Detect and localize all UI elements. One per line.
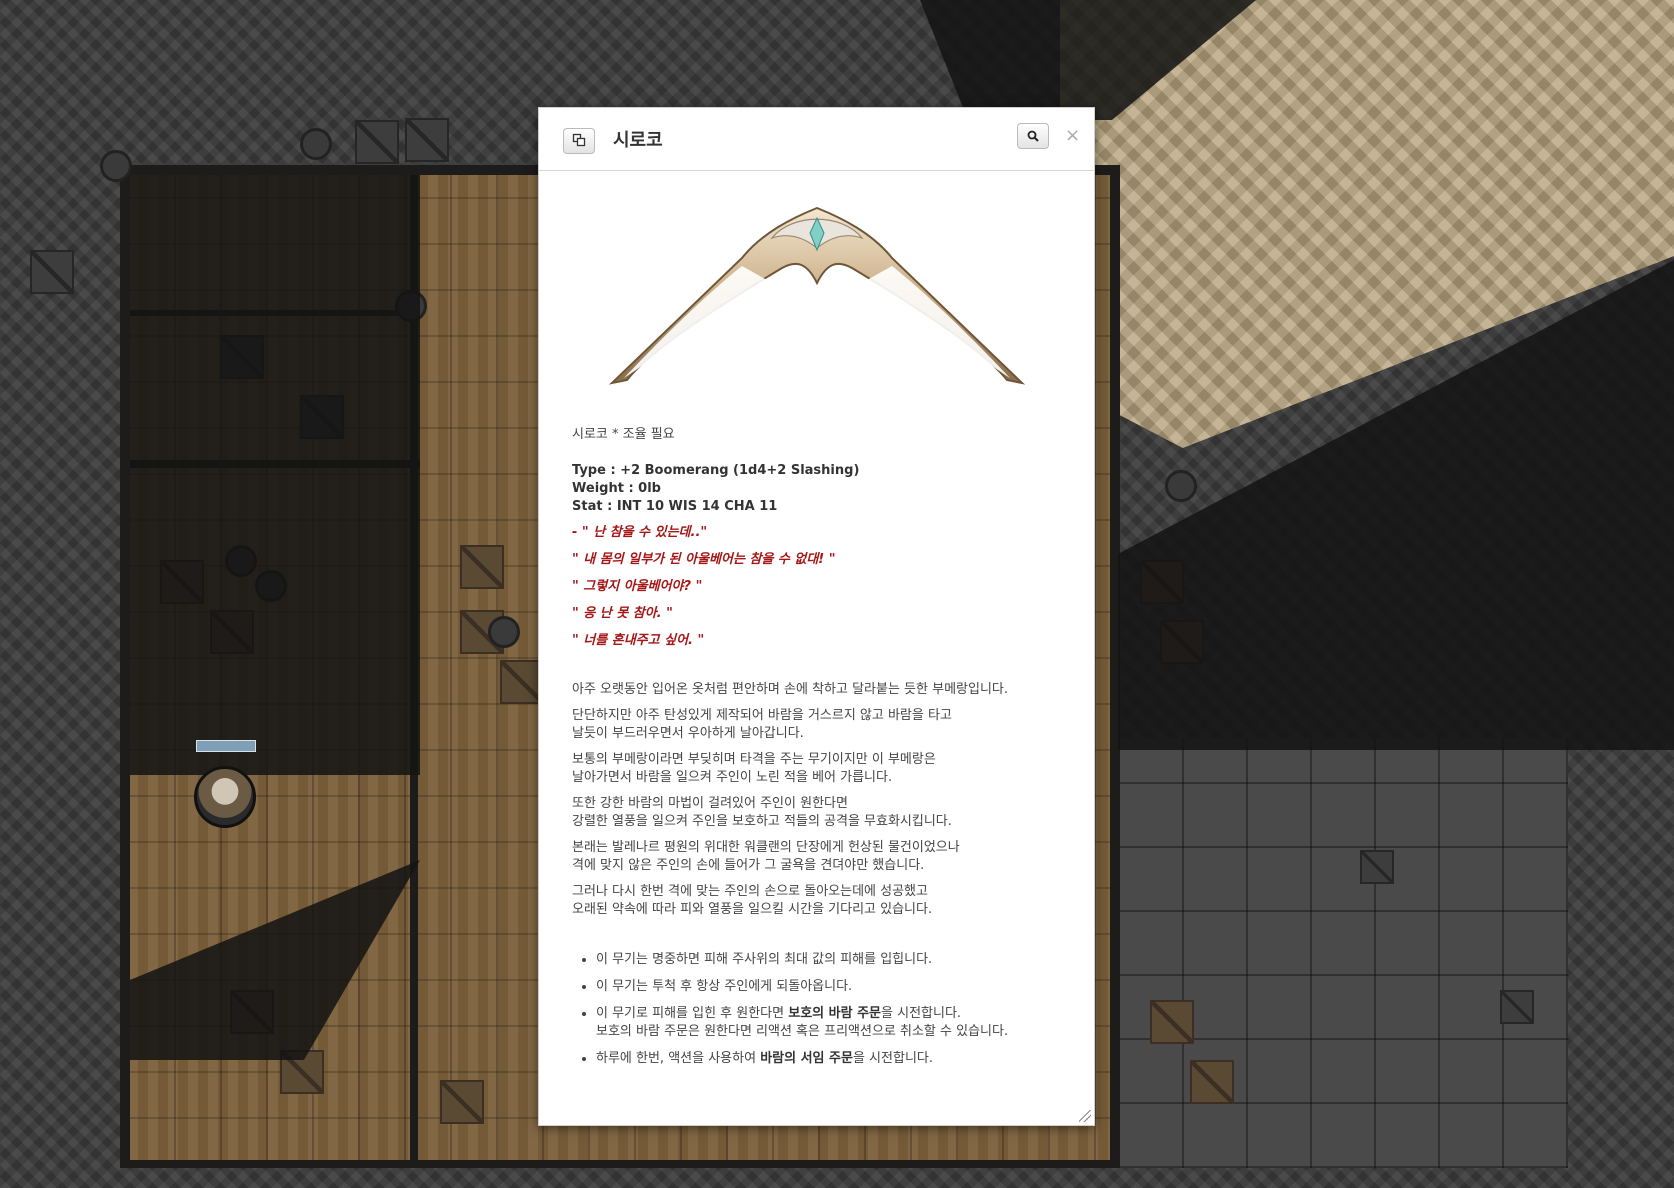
description-line: 보통의 부메랑이라면 부딪히며 타격을 주는 무기이지만 이 부메랑은 [572,752,936,767]
item-quote: " 내 몸의 일부가 된 아울베어는 참을 수 없대! " [572,552,836,567]
magnifier-icon [1027,127,1039,146]
feature-text: 을 시전합니다. [852,1051,933,1066]
map-stone-room [1118,738,1568,1168]
description-line: 단단하지만 아주 탄성있게 제작되어 바람을 거스르지 않고 바람을 타고 [572,708,952,723]
map-crate [440,1080,484,1124]
description-line: 그러나 다시 한번 격에 맞는 주인의 손으로 돌아오는데에 성공했고 [572,884,928,899]
map-barrel [300,128,332,160]
item-quote: " 그렇지 아울베어야? " [572,579,703,594]
dialog-body: 시로코 * 조율 필요 Type : +2 Boomerang (1d4+2 S… [572,188,1072,1077]
feature-text: 이 무기는 투척 후 항상 주인에게 되돌아옵니다. [596,979,853,994]
map-crate [1500,990,1534,1024]
description-line: 강렬한 열풍을 일으켜 주인을 보호하고 적들의 공격을 무효화시킵니다. [572,814,952,829]
map-barrel [1165,470,1197,502]
feature-item: 이 무기는 명중하면 피해 주사위의 최대 값의 피해를 입힙니다. [596,951,1072,969]
feature-item: 하루에 한번, 액션을 사용하여 바람의 서임 주문을 시전합니다. [596,1050,1072,1068]
description-line: 격에 맞지 않은 주인의 손에 들어가 그 굴욕을 견뎌야만 했습니다. [572,858,925,873]
description-line: 또한 강한 바람의 마법이 걸려있어 주인이 원한다면 [572,796,848,811]
item-description: 아주 오랫동안 입어온 옷처럼 편안하며 손에 착하고 달라붙는 듯한 부메랑입… [572,681,1072,919]
description-line: 날듯이 부드러우면서 우아하게 날아갑니다. [572,726,804,741]
item-weight-line: Weight : 0lb [572,481,661,496]
item-stat-line: Stat : INT 10 WIS 14 CHA 11 [572,499,778,514]
map-crate [1150,1000,1194,1044]
item-name-line: 시로코 * 조율 필요 [572,427,675,442]
feature-text: 하루에 한번, 액션을 사용하여 [596,1051,761,1066]
description-paragraph: 보통의 부메랑이라면 부딪히며 타격을 주는 무기이지만 이 부메랑은 날아가면… [572,751,1072,787]
item-type-line: Type : +2 Boomerang (1d4+2 Slashing) [572,463,860,478]
boomerang-image [608,206,1026,385]
map-crate [1360,850,1394,884]
zoom-button[interactable] [1017,123,1049,149]
resize-handle[interactable] [1079,1110,1091,1122]
item-quote: " 응 난 못 참아. " [572,606,673,621]
description-paragraph: 또한 강한 바람의 마법이 걸려있어 주인이 원한다면 강렬한 열풍을 일으켜 … [572,795,1072,831]
map-fog [130,175,420,775]
map-barrel [488,616,520,648]
feature-text: 보호의 바람 주문은 원한다면 리액션 혹은 프리액션으로 취소할 수 있습니다… [596,1024,1009,1039]
feature-list: 이 무기는 명중하면 피해 주사위의 최대 값의 피해를 입힙니다. 이 무기는… [572,951,1072,1068]
spell-name: 보호의 바람 주문 [788,1006,882,1021]
description-line: 날아가면서 바람을 일으켜 주인이 노린 적을 베어 가릅니다. [572,770,893,785]
description-line: 본래는 발레나르 평원의 위대한 워클랜의 단장에게 헌상된 물건이었으나 [572,840,960,855]
item-dialog: 시로코 × 시로코 * 조율 필요 Type: +2 Boomerang (1… [538,107,1095,1126]
map-crate [30,250,74,294]
map-crate [460,545,504,589]
map-wall [120,1160,1120,1168]
map-crate [405,118,449,162]
item-quote: " 너를 혼내주고 싶어. " [572,633,705,648]
feature-item: 이 무기로 피해를 입힌 후 원한다면 보호의 바람 주문을 시전합니다. 보호… [596,1005,1072,1041]
popout-icon [572,132,586,151]
item-quote: - " 난 참을 수 있는데.." [572,525,708,540]
map-barrel [100,150,132,182]
feature-item: 이 무기는 투척 후 항상 주인에게 되돌아옵니다. [596,978,1072,996]
feature-text: 이 무기는 명중하면 피해 주사위의 최대 값의 피해를 입힙니다. [596,952,933,967]
spell-name: 바람의 서임 주문 [760,1051,853,1066]
description-paragraph: 단단하지만 아주 탄성있게 제작되어 바람을 거스르지 않고 바람을 타고 날듯… [572,707,1072,743]
map-crate [1190,1060,1234,1104]
token-health-bar [196,740,256,752]
description-paragraph: 아주 오랫동안 입어온 옷처럼 편안하며 손에 착하고 달라붙는 듯한 부메랑입… [572,681,1072,699]
map-crate [355,120,399,164]
description-line: 아주 오랫동안 입어온 옷처럼 편안하며 손에 착하고 달라붙는 듯한 부메랑입… [572,682,1009,697]
feature-text: 이 무기로 피해를 입힌 후 원한다면 [596,1006,789,1021]
close-button[interactable]: × [1065,126,1080,146]
token-avatar[interactable] [194,766,256,828]
dialog-header[interactable]: 시로코 × [539,108,1094,171]
dialog-title: 시로코 [613,130,663,151]
description-line: 오래된 약속에 따라 피와 열풍을 일으킬 시간을 기다리고 있습니다. [572,902,933,917]
popout-button[interactable] [563,128,595,154]
description-paragraph: 그러나 다시 한번 격에 맞는 주인의 손으로 돌아오는데에 성공했고 오래된 … [572,883,1072,919]
feature-text: 을 시전합니다. [881,1006,962,1021]
description-paragraph: 본래는 발레나르 평원의 위대한 워클랜의 단장에게 헌상된 물건이었으나 격에… [572,839,1072,875]
